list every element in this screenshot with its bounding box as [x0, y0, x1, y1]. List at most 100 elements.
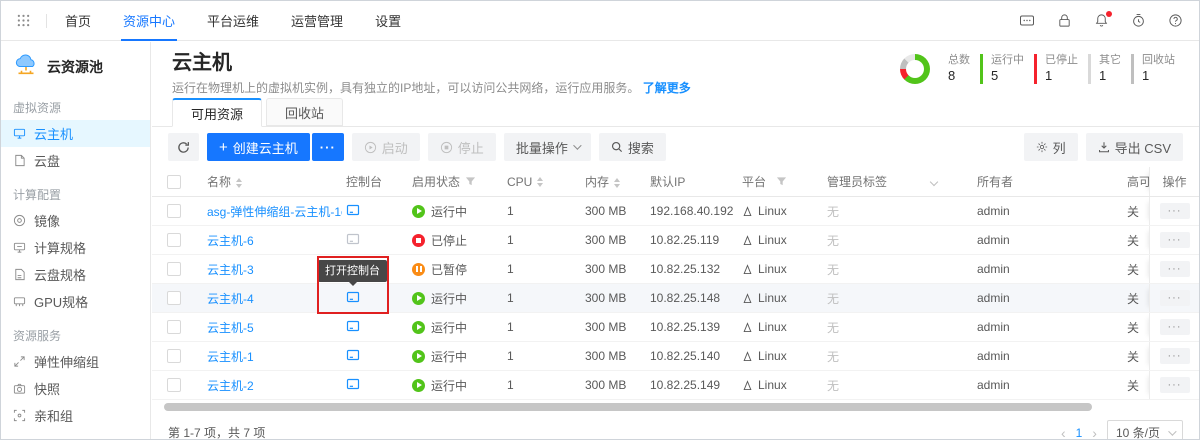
row-checkbox[interactable] — [167, 378, 181, 392]
filter-icon[interactable] — [776, 176, 787, 187]
search-button[interactable]: 搜索 — [599, 133, 666, 161]
table-row: 云主机-2运行中1300 MB10.82.25.149Linux无admin关·… — [152, 371, 1199, 400]
column-header-label: 内存 — [585, 175, 609, 189]
owner-cell: admin — [977, 262, 1127, 276]
refresh-button[interactable] — [168, 133, 199, 161]
open-console-icon[interactable] — [346, 348, 360, 362]
create-more-button[interactable]: ··· — [312, 133, 344, 161]
resource-pool-selector[interactable]: 云资源池 — [1, 42, 150, 87]
row-checkbox[interactable] — [167, 349, 181, 363]
row-actions-button[interactable]: ··· — [1160, 290, 1190, 306]
row-actions-button[interactable]: ··· — [1160, 261, 1190, 277]
sidebar-item-gpu-spec[interactable]: GPU规格 — [1, 288, 150, 315]
row-checkbox[interactable] — [167, 320, 181, 334]
tab-available-resources[interactable]: 可用资源 — [172, 98, 262, 127]
nav-platform-ops[interactable]: 平台运维 — [205, 1, 261, 41]
sidebar-item-affinity-group[interactable]: 亲和组 — [1, 402, 150, 429]
status-cell: 运行中 — [412, 290, 507, 307]
select-all-checkbox[interactable] — [167, 175, 181, 189]
stop-button[interactable]: 停止 — [428, 133, 496, 161]
bell-icon[interactable] — [1094, 13, 1109, 28]
stats-list: 总数8运行中5已停止1其它1回收站1 — [940, 54, 1185, 84]
start-button[interactable]: 启动 — [352, 133, 420, 161]
learn-more-link[interactable]: 了解更多 — [643, 81, 691, 95]
host-name-link[interactable]: 云主机-6 — [207, 234, 254, 248]
host-name-link[interactable]: asg-弹性伸缩组-云主机-1e2fc — [207, 205, 342, 219]
column-header-7: 平台 — [742, 173, 827, 190]
lock-icon[interactable] — [1057, 13, 1072, 28]
cpu-cell: 1 — [507, 204, 585, 218]
column-header-label: 管理员标签 — [827, 173, 887, 190]
sidebar-section-label: 资源服务 — [1, 315, 150, 348]
row-checkbox[interactable] — [167, 233, 181, 247]
row-checkbox[interactable] — [167, 291, 181, 305]
sidebar-item-snapshot[interactable]: 快照 — [1, 375, 150, 402]
current-page-button[interactable]: 1 — [1076, 426, 1083, 440]
horizontal-scrollbar[interactable] — [164, 403, 1092, 411]
host-name-cell: 云主机-6 — [207, 232, 342, 249]
batch-actions-button[interactable]: 批量操作 — [504, 133, 591, 161]
create-host-button[interactable]: + 创建云主机 — [207, 133, 310, 161]
actions-header-label: 操作 — [1162, 173, 1186, 190]
sidebar-item-auto-scaling-group[interactable]: 弹性伸缩组 — [1, 348, 150, 375]
help-icon[interactable] — [1168, 13, 1183, 28]
sidebar-item-cloud-disk[interactable]: 云盘 — [1, 147, 150, 174]
row-checkbox[interactable] — [167, 204, 181, 218]
column-header-1: 名称 — [207, 173, 342, 190]
stat-label: 运行中 — [991, 54, 1024, 67]
row-actions-button[interactable]: ··· — [1160, 232, 1190, 248]
open-console-icon[interactable] — [346, 377, 360, 391]
page-size-select[interactable]: 10 条/页 — [1107, 420, 1183, 439]
columns-button[interactable]: 列 — [1024, 133, 1078, 161]
terminal-icon[interactable] — [1019, 13, 1035, 29]
prev-page-button[interactable]: ‹ — [1061, 425, 1066, 440]
toolbar: + 创建云主机 ··· 启动 停止 批量操作 搜索 — [152, 127, 1199, 167]
row-actions-button[interactable]: ··· — [1160, 319, 1190, 335]
sidebar-item-image[interactable]: 镜像 — [1, 207, 150, 234]
filter-icon[interactable] — [465, 176, 476, 187]
nav-resource-center[interactable]: 资源中心 — [121, 1, 177, 41]
row-actions-button[interactable]: ··· — [1160, 203, 1190, 219]
export-csv-button[interactable]: 导出 CSV — [1086, 133, 1183, 161]
nav-home[interactable]: 首页 — [63, 1, 93, 41]
host-name-link[interactable]: 云主机-3 — [207, 263, 254, 277]
status-running-icon — [412, 292, 425, 305]
sidebar-item-compute-spec[interactable]: 计算规格 — [1, 234, 150, 261]
gear-icon[interactable] — [1131, 13, 1146, 28]
host-name-link[interactable]: 云主机-5 — [207, 321, 254, 335]
open-console-icon[interactable] — [346, 232, 360, 246]
sidebar-item-label: 镜像 — [34, 211, 60, 230]
open-console-icon[interactable] — [346, 319, 360, 333]
host-name-link[interactable]: 云主机-2 — [207, 379, 254, 393]
table-row: asg-弹性伸缩组-云主机-1e2fc运行中1300 MB192.168.40.… — [152, 197, 1199, 226]
admin-tags-value: 无 — [827, 319, 839, 336]
tab-recycle-bin[interactable]: 回收站 — [266, 98, 343, 126]
host-name-link[interactable]: 云主机-1 — [207, 350, 254, 364]
open-console-icon[interactable] — [346, 290, 360, 304]
stat-value: 1 — [1099, 69, 1121, 84]
row-checkbox[interactable] — [167, 262, 181, 276]
memory-cell: 300 MB — [585, 378, 650, 392]
apps-grid-icon[interactable] — [17, 14, 30, 27]
row-actions-button[interactable]: ··· — [1160, 377, 1190, 393]
ip-cell: 10.82.25.140 — [650, 349, 742, 363]
sort-icon[interactable] — [614, 178, 620, 188]
pagination: ‹ 1 › 10 条/页 — [1061, 420, 1183, 439]
sort-icon[interactable] — [537, 177, 543, 187]
sidebar-menu: 虚拟资源云主机云盘计算配置镜像计算规格云盘规格GPU规格资源服务弹性伸缩组快照亲… — [1, 87, 150, 429]
sidebar-item-disk-spec[interactable]: 云盘规格 — [1, 261, 150, 288]
admin-tags-value: 无 — [827, 261, 839, 278]
row-actions-button[interactable]: ··· — [1160, 348, 1190, 364]
admin-tags-value: 无 — [827, 232, 839, 249]
nav-settings[interactable]: 设置 — [373, 1, 403, 41]
host-name-link[interactable]: 云主机-4 — [207, 292, 254, 306]
sidebar-item-label: 云主机 — [34, 124, 73, 143]
chevron-down-icon[interactable] — [930, 177, 938, 185]
sidebar-item-cloud-host[interactable]: 云主机 — [1, 120, 150, 147]
resource-stats: 总数8运行中5已停止1其它1回收站1 — [900, 54, 1185, 84]
sort-icon[interactable] — [236, 178, 242, 188]
nav-operations[interactable]: 运营管理 — [289, 1, 345, 41]
open-console-icon[interactable] — [346, 203, 360, 217]
stat-总数: 总数8 — [940, 54, 980, 84]
next-page-button[interactable]: › — [1092, 425, 1097, 440]
